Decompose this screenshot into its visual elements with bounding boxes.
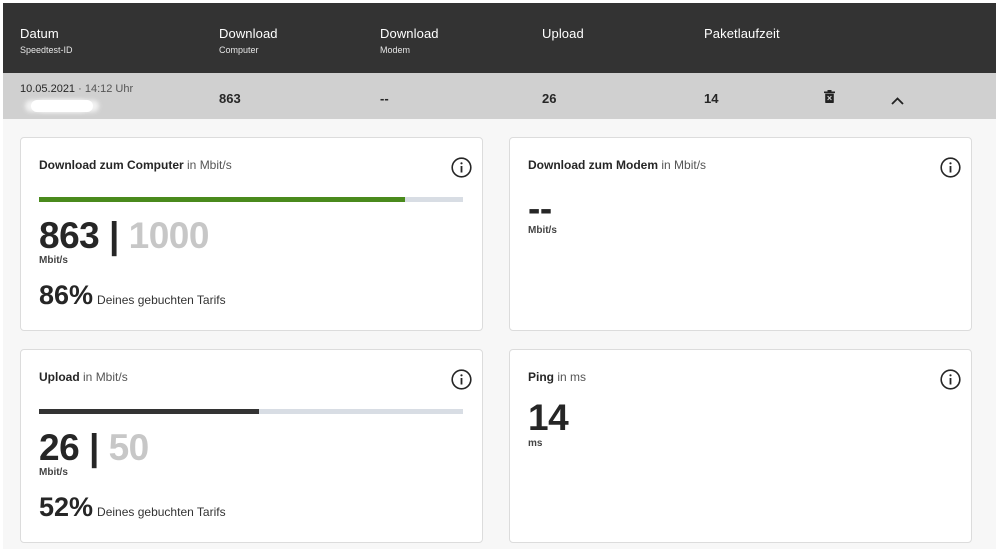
card-download-modem-unit-label: in Mbit/s	[661, 158, 707, 172]
card-download-modem: Download zum Modem in Mbit/s -- Mbit/s	[509, 137, 972, 331]
modem-value: --	[528, 188, 552, 229]
download-unit: Mbit/s	[39, 255, 68, 266]
upload-percent-label: Deines gebuchten Tarifs	[97, 505, 226, 519]
header-download-modem-sub: Modem	[380, 45, 411, 55]
results-table-header: Datum Speedtest-ID Download Computer Dow…	[3, 3, 996, 73]
info-icon[interactable]	[940, 157, 961, 178]
header-download-computer-title: Download	[219, 26, 278, 41]
card-upload-unit-label: in Mbit/s	[83, 370, 128, 384]
header-date-sub: Speedtest-ID	[20, 45, 73, 55]
card-upload-title-text: Upload	[39, 370, 80, 384]
header-latency-title: Paketlaufzeit	[704, 26, 780, 41]
row-date: 10.05.2021 · 14:12 Uhr	[20, 83, 133, 95]
upload-value-line: 26 | 50	[39, 429, 149, 466]
details-panel: Download zum Computer in Mbit/s 863 | 10…	[3, 119, 996, 549]
header-download-computer-sub: Computer	[219, 45, 259, 55]
download-separator: |	[109, 215, 119, 256]
card-upload: Upload in Mbit/s 26 | 50 Mbit/s 52% Deine…	[20, 349, 483, 543]
result-row[interactable]: 10.05.2021 · 14:12 Uhr 863 -- 26 14	[3, 73, 996, 119]
card-download-computer-unit-label: in Mbit/s	[187, 158, 232, 172]
upload-progress-bar	[39, 409, 463, 414]
info-icon[interactable]	[940, 369, 961, 390]
header-upload: Upload	[542, 26, 584, 41]
upload-percent: 52%	[39, 492, 94, 522]
upload-max-value: 50	[108, 427, 150, 468]
header-date-title: Datum	[20, 26, 59, 41]
row-latency: 14	[704, 91, 719, 106]
card-ping-unit-label: in ms	[557, 370, 587, 384]
row-upload: 26	[542, 91, 557, 106]
card-download-computer: Download zum Computer in Mbit/s 863 | 10…	[20, 137, 483, 331]
card-ping: Ping in ms 14 ms	[509, 349, 972, 543]
download-percent-label: Deines gebuchten Tarifs	[97, 293, 226, 307]
redacted-speedtest-id	[31, 100, 93, 112]
row-date-value: 10.05.2021	[20, 83, 76, 95]
modem-unit: Mbit/s	[528, 225, 557, 236]
card-download-modem-title-text: Download zum Modem	[528, 158, 658, 172]
download-value: 863	[39, 215, 100, 256]
header-download-modem: Download Modem	[380, 26, 439, 55]
download-progress-fill	[39, 197, 405, 202]
ping-unit: ms	[528, 438, 543, 449]
upload-value: 26	[39, 427, 80, 468]
card-ping-title: Ping in ms	[528, 370, 586, 384]
card-ping-title-text: Ping	[528, 370, 554, 384]
download-progress-bar	[39, 197, 463, 202]
row-date-separator: ·	[75, 83, 85, 95]
download-percent-line: 86% Deines gebuchten Tarifs	[39, 282, 226, 309]
chevron-up-icon[interactable]	[891, 92, 904, 110]
info-icon[interactable]	[451, 369, 472, 390]
card-download-computer-title-text: Download zum Computer	[39, 158, 184, 172]
row-download-modem: --	[380, 91, 389, 106]
card-download-computer-title: Download zum Computer in Mbit/s	[39, 158, 232, 172]
header-download-modem-title: Download	[380, 26, 439, 41]
header-download-computer: Download Computer	[219, 26, 278, 55]
ping-value: 14	[528, 397, 569, 438]
download-percent: 86%	[39, 280, 94, 310]
upload-separator: |	[88, 427, 99, 468]
download-max-value: 1000	[128, 215, 210, 256]
upload-percent-line: 52% Deines gebuchten Tarifs	[39, 494, 226, 521]
row-time: 14:12 Uhr	[84, 83, 134, 95]
header-latency: Paketlaufzeit	[704, 26, 780, 41]
card-upload-title: Upload in Mbit/s	[39, 370, 128, 384]
info-icon[interactable]	[451, 157, 472, 178]
header-date: Datum Speedtest-ID	[20, 26, 73, 55]
upload-progress-fill	[39, 409, 260, 414]
download-value-line: 863 | 1000	[39, 217, 209, 254]
card-download-modem-title: Download zum Modem in Mbit/s	[528, 158, 706, 172]
trash-icon[interactable]	[824, 90, 835, 108]
row-download-computer: 863	[219, 91, 241, 106]
upload-unit: Mbit/s	[39, 467, 68, 478]
header-upload-title: Upload	[542, 26, 584, 41]
